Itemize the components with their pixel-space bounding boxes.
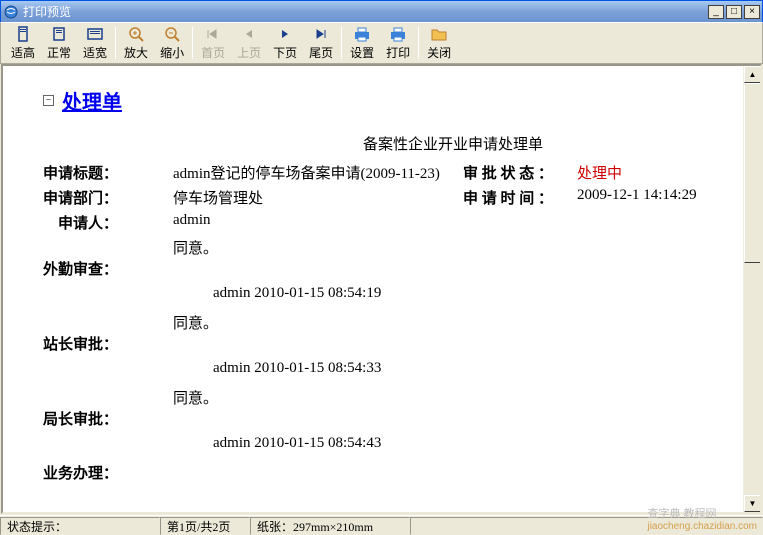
fit-height-button[interactable]: 适高	[5, 23, 41, 63]
time-label: 申请时间	[463, 187, 553, 208]
section-link[interactable]: 处理单	[62, 86, 122, 115]
window-buttons: _ □ ×	[708, 5, 760, 19]
separator	[341, 27, 342, 59]
page-tall-icon	[13, 25, 33, 43]
scroll-down-button[interactable]: ▼	[744, 495, 761, 512]
separator	[115, 27, 116, 59]
chief-review-label: 局长审批：	[43, 408, 153, 429]
applicant-value: admin	[153, 212, 211, 233]
preview-area: − 处理单 备案性企业开业申请处理单 申请标题： admin登记的停车场备案申请…	[1, 64, 762, 514]
window-title: 打印预览	[23, 3, 708, 20]
collapse-toggle-icon[interactable]: −	[43, 95, 54, 106]
page-wide-icon	[85, 25, 105, 43]
zoom-in-icon	[126, 25, 146, 43]
first-page-button[interactable]: 首页	[195, 23, 231, 63]
chief-review-text: 同意。	[43, 387, 703, 408]
titlebar: 打印预览 _ □ ×	[0, 0, 763, 22]
printer-settings-icon	[352, 25, 372, 43]
printer-icon	[388, 25, 408, 43]
field-review-label: 外勤审查：	[43, 258, 153, 279]
status-page: 第1页/共2页	[160, 517, 250, 535]
scroll-thumb[interactable]	[744, 83, 761, 263]
first-icon	[203, 25, 223, 43]
fit-width-button[interactable]: 适宽	[77, 23, 113, 63]
status-spacer	[410, 517, 763, 535]
prev-icon	[239, 25, 259, 43]
toolbar: 适高 正常 适宽 放大 缩小 首页 上页 下页 尾页 设置 打印	[0, 22, 763, 64]
separator	[192, 27, 193, 59]
last-page-button[interactable]: 尾页	[303, 23, 339, 63]
next-page-button[interactable]: 下页	[267, 23, 303, 63]
prev-page-button[interactable]: 上页	[231, 23, 267, 63]
app-icon	[3, 4, 19, 20]
time-value: 2009-12-1 14:14:29	[553, 187, 703, 208]
field-review-sign: admin 2010-01-15 08:54:19	[43, 285, 703, 302]
close-window-button[interactable]: ×	[744, 5, 760, 19]
normal-button[interactable]: 正常	[41, 23, 77, 63]
document-title: 备案性企业开业申请处理单	[43, 133, 703, 154]
station-review-sign: admin 2010-01-15 08:54:33	[43, 360, 703, 377]
statusbar: 状态提示： 第1页/共2页 纸张：297mm×210mm	[0, 515, 763, 535]
zoom-out-button[interactable]: 缩小	[154, 23, 190, 63]
folder-close-icon	[429, 25, 449, 43]
status-hint: 状态提示：	[0, 517, 160, 535]
document-page: − 处理单 备案性企业开业申请处理单 申请标题： admin登记的停车场备案申请…	[3, 66, 743, 512]
separator	[418, 27, 419, 59]
status-label: 审批状态	[463, 162, 553, 183]
status-value: 处理中	[553, 162, 703, 183]
scroll-up-button[interactable]: ▲	[744, 66, 761, 83]
zoom-out-icon	[162, 25, 182, 43]
business-label: 业务办理：	[43, 462, 153, 483]
station-review-label: 站长审批：	[43, 333, 153, 354]
next-icon	[275, 25, 295, 43]
applicant-label: 申请人：	[43, 212, 153, 233]
chief-review-sign: admin 2010-01-15 08:54:43	[43, 435, 703, 452]
apply-title-label: 申请标题：	[43, 162, 153, 183]
dept-label: 申请部门：	[43, 187, 153, 208]
section-header: − 处理单	[43, 86, 703, 115]
last-icon	[311, 25, 331, 43]
zoom-in-button[interactable]: 放大	[118, 23, 154, 63]
dept-value: 停车场管理处	[153, 187, 263, 208]
status-paper: 纸张：297mm×210mm	[250, 517, 410, 535]
maximize-button[interactable]: □	[726, 5, 742, 19]
close-button[interactable]: 关闭	[421, 23, 457, 63]
apply-title-value: admin登记的停车场备案申请(2009-11-23)	[153, 162, 440, 183]
vertical-scrollbar[interactable]: ▲ ▼	[743, 66, 760, 512]
field-review-text: 同意。	[43, 237, 703, 258]
station-review-text: 同意。	[43, 312, 703, 333]
settings-button[interactable]: 设置	[344, 23, 380, 63]
print-button[interactable]: 打印	[380, 23, 416, 63]
page-normal-icon	[49, 25, 69, 43]
minimize-button[interactable]: _	[708, 5, 724, 19]
